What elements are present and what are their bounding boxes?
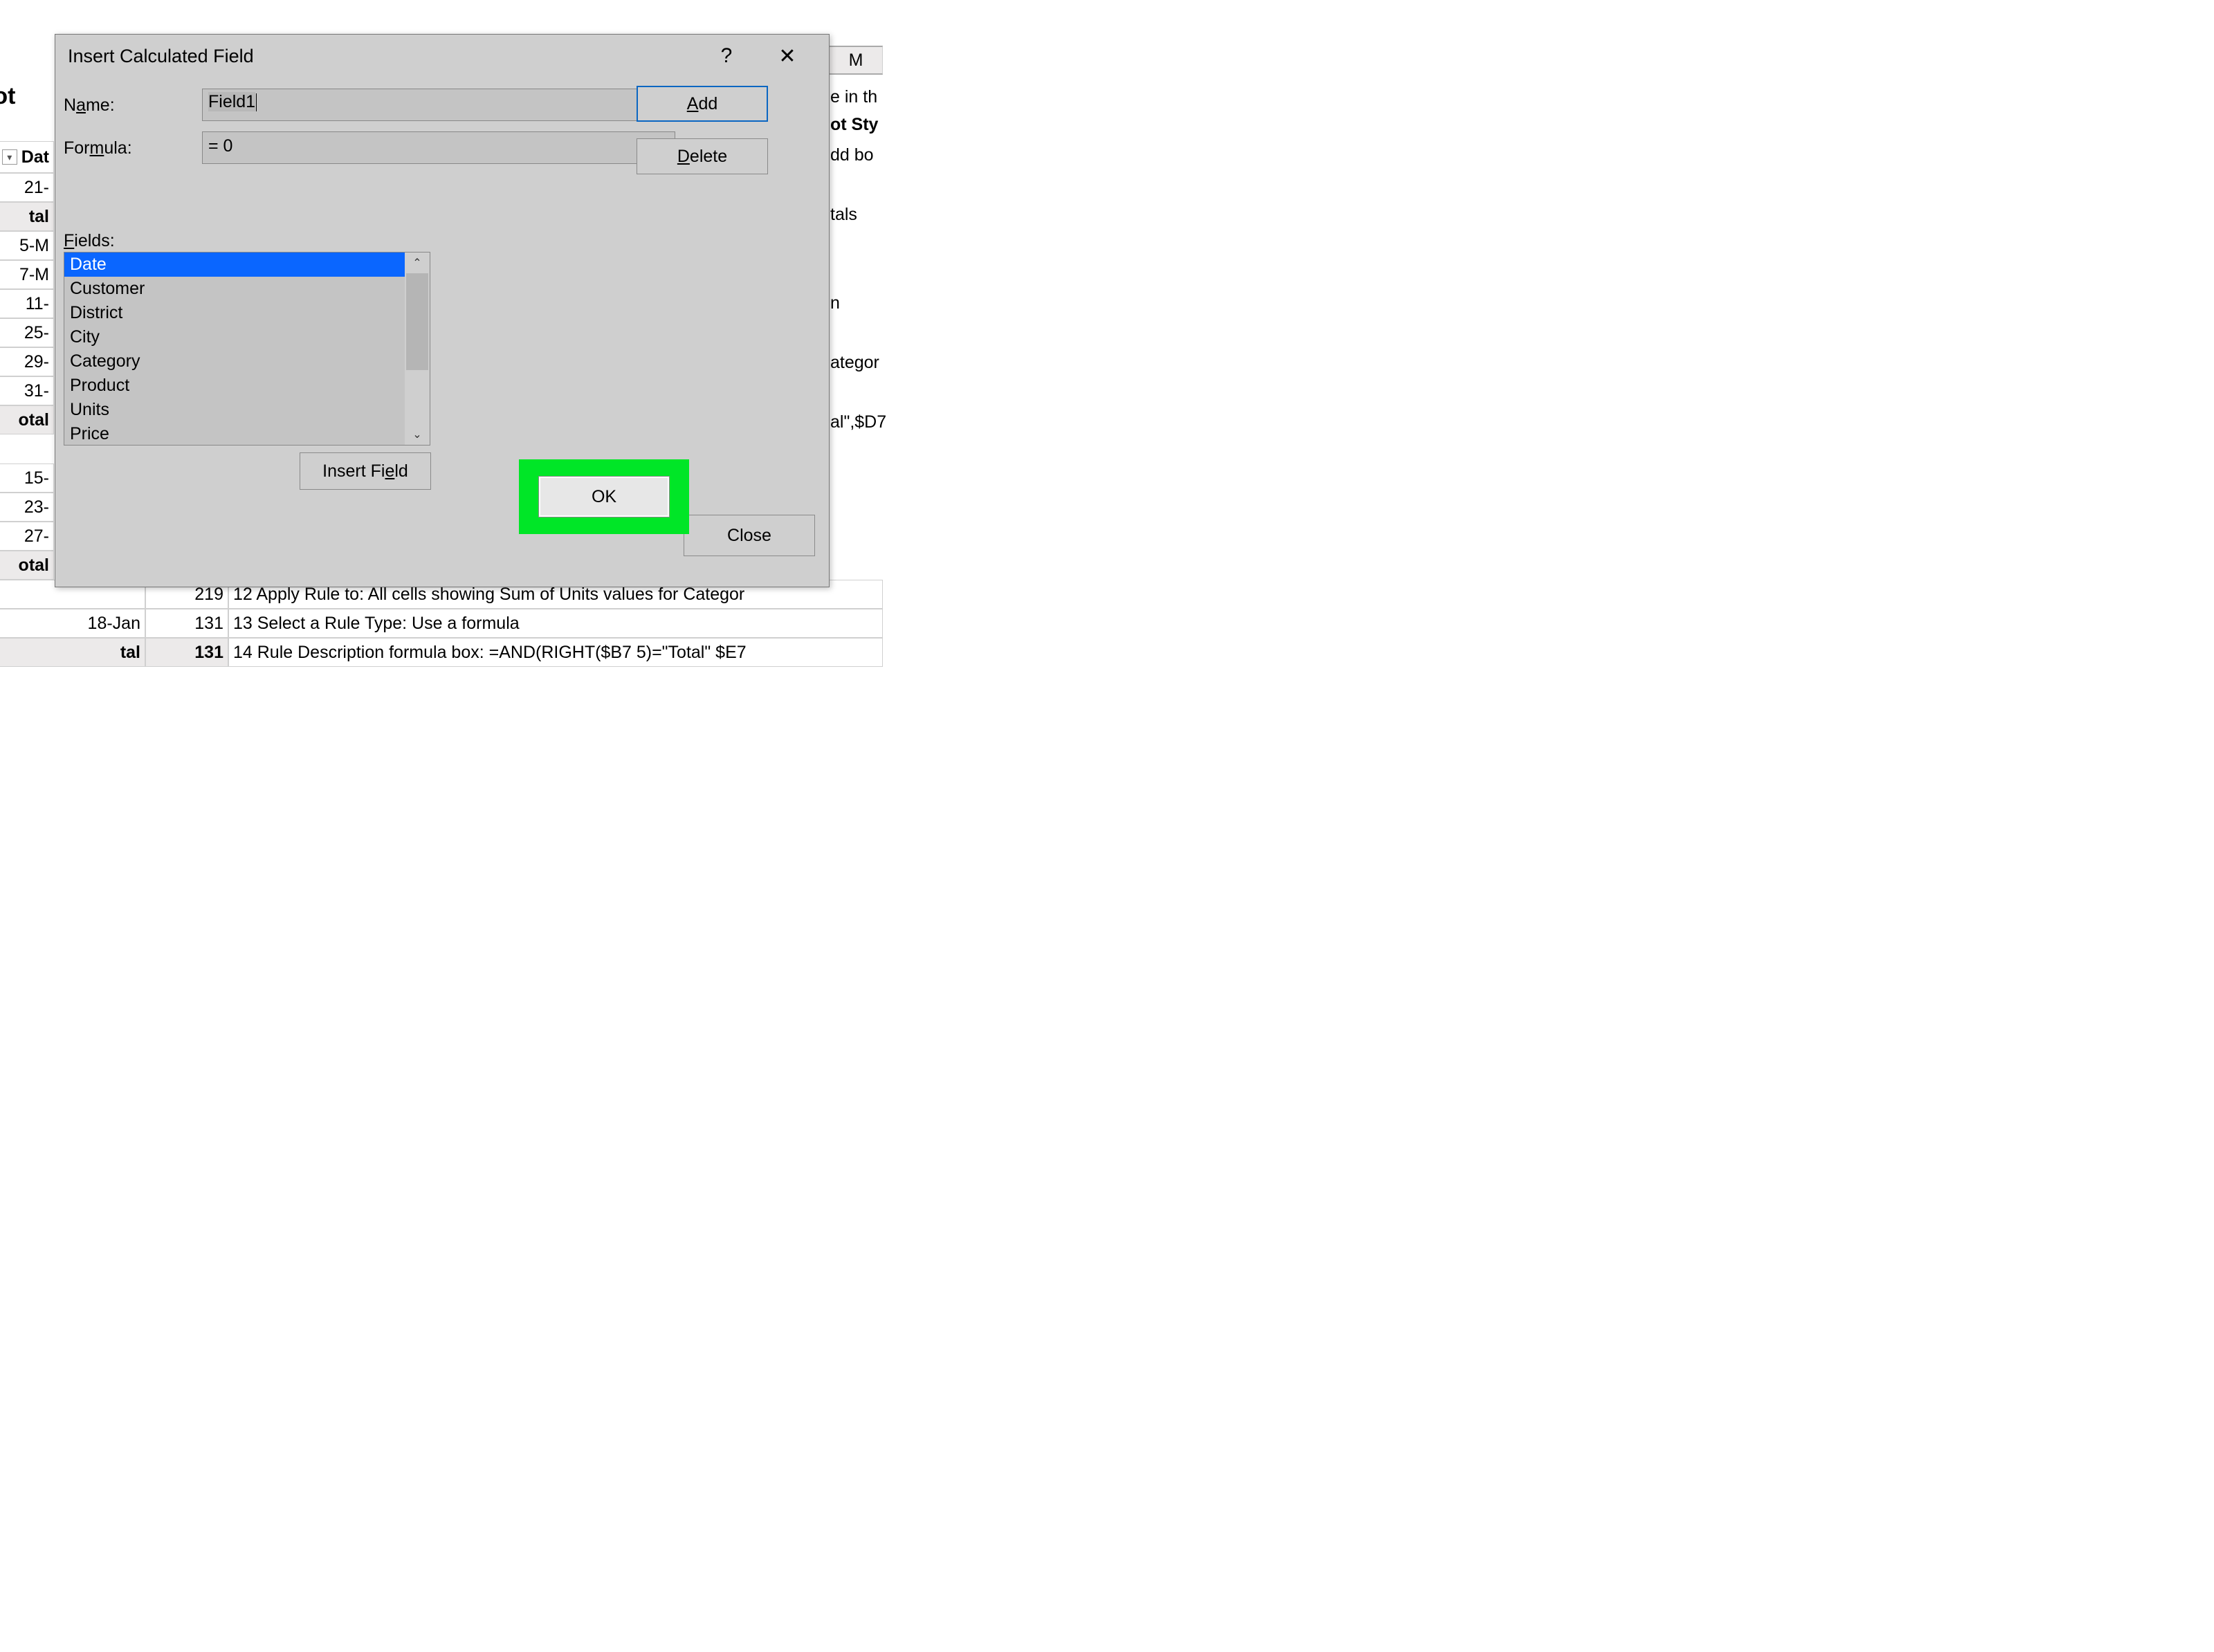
row-total-bottom[interactable]: tal (0, 638, 145, 667)
ok-button-label: OK (592, 487, 616, 507)
insert-field-button[interactable]: Insert Field (300, 452, 431, 490)
row-23[interactable]: 23- (0, 493, 54, 522)
row-31[interactable]: 31- (0, 376, 54, 405)
fields-scrollbar[interactable]: ⌃ ⌄ (405, 253, 430, 445)
col-header-m-label: M (849, 51, 863, 71)
field-item-date[interactable]: Date (64, 253, 405, 277)
dialog-close-button[interactable]: ✕ (771, 39, 804, 73)
dialog-body: Name: Field1 ⌄ Formula: = 0 Add Delete F… (55, 83, 829, 587)
cell-131a[interactable]: 131 (145, 609, 228, 638)
filter-dropdown-icon[interactable]: ▾ (2, 149, 17, 165)
add-button[interactable]: Add (637, 86, 768, 122)
help-icon: ? (721, 44, 733, 68)
scroll-up-arrow-icon[interactable]: ⌃ (405, 253, 430, 273)
name-input[interactable]: Field1 (202, 89, 648, 121)
name-combo: Field1 ⌄ (202, 89, 675, 121)
col-header-m[interactable]: M (829, 46, 883, 75)
row-total-1[interactable]: tal (0, 202, 54, 231)
row-total-3[interactable]: otal (0, 551, 54, 580)
row-5m[interactable]: 5-M (0, 231, 54, 260)
add-button-label: Add (687, 94, 718, 114)
row-total-2[interactable]: otal (0, 405, 54, 434)
frag-n: n (830, 293, 840, 313)
scroll-down-arrow-icon[interactable]: ⌄ (405, 424, 430, 445)
delete-button-label: Delete (677, 147, 727, 167)
cell-line13[interactable]: 13 Select a Rule Type: Use a formula (228, 609, 883, 638)
row-7m[interactable]: 7-M (0, 260, 54, 289)
row-15[interactable]: 15- (0, 464, 54, 493)
close-icon: ✕ (778, 44, 796, 68)
bg-header-dat-label: Dat (21, 147, 49, 167)
close-button-label: Close (727, 526, 771, 546)
field-item-product[interactable]: Product (64, 374, 405, 398)
name-input-value: Field1 (208, 92, 255, 111)
frag-tals: tals (830, 205, 857, 225)
ok-button-highlight: OK (519, 459, 689, 534)
frag-ategor: ategor (830, 353, 879, 373)
field-item-customer[interactable]: Customer (64, 277, 405, 301)
field-item-city[interactable]: City (64, 325, 405, 349)
row-18jan[interactable]: 18-Jan (0, 609, 145, 638)
formula-input-value: = 0 (208, 136, 232, 156)
dialog-title: Insert Calculated Field (68, 46, 254, 67)
frag-ein: e in th (830, 87, 877, 107)
frag-ddbo: dd bo (830, 145, 874, 165)
close-button[interactable]: Close (684, 515, 815, 556)
bg-pivot-frag: ivot (0, 83, 15, 110)
insert-field-button-label: Insert Field (322, 461, 408, 481)
ok-button[interactable]: OK (538, 476, 670, 517)
row-27[interactable]: 27- (0, 522, 54, 551)
bg-header-dat: ▾ Dat (0, 141, 54, 173)
frag-ald7: al",$D7 (830, 412, 886, 432)
field-item-units[interactable]: Units (64, 398, 405, 422)
cell-131b[interactable]: 131 (145, 638, 228, 667)
formula-label: Formula: (64, 138, 132, 158)
field-item-price[interactable]: Price (64, 422, 405, 445)
delete-button[interactable]: Delete (637, 138, 768, 174)
row-11[interactable]: 11- (0, 289, 54, 318)
row-29[interactable]: 29- (0, 347, 54, 376)
formula-input[interactable]: = 0 (202, 131, 675, 164)
text-caret (256, 93, 257, 111)
fields-listbox[interactable]: Date Customer District City Category Pro… (64, 252, 430, 446)
cell-line14[interactable]: 14 Rule Description formula box: =AND(RI… (228, 638, 883, 667)
insert-calculated-field-dialog: Insert Calculated Field ? ✕ Name: Field1… (55, 34, 830, 587)
fields-label: Fields: (64, 231, 115, 251)
fields-list: Date Customer District City Category Pro… (64, 253, 405, 445)
dialog-titlebar: Insert Calculated Field ? ✕ (55, 35, 829, 77)
name-label: Name: (64, 95, 115, 116)
scroll-thumb[interactable] (406, 273, 428, 370)
row-21[interactable]: 21- (0, 173, 54, 202)
help-button[interactable]: ? (710, 39, 743, 73)
row-25[interactable]: 25- (0, 318, 54, 347)
field-item-category[interactable]: Category (64, 349, 405, 374)
field-item-district[interactable]: District (64, 301, 405, 325)
frag-otsty: ot Sty (830, 115, 878, 135)
